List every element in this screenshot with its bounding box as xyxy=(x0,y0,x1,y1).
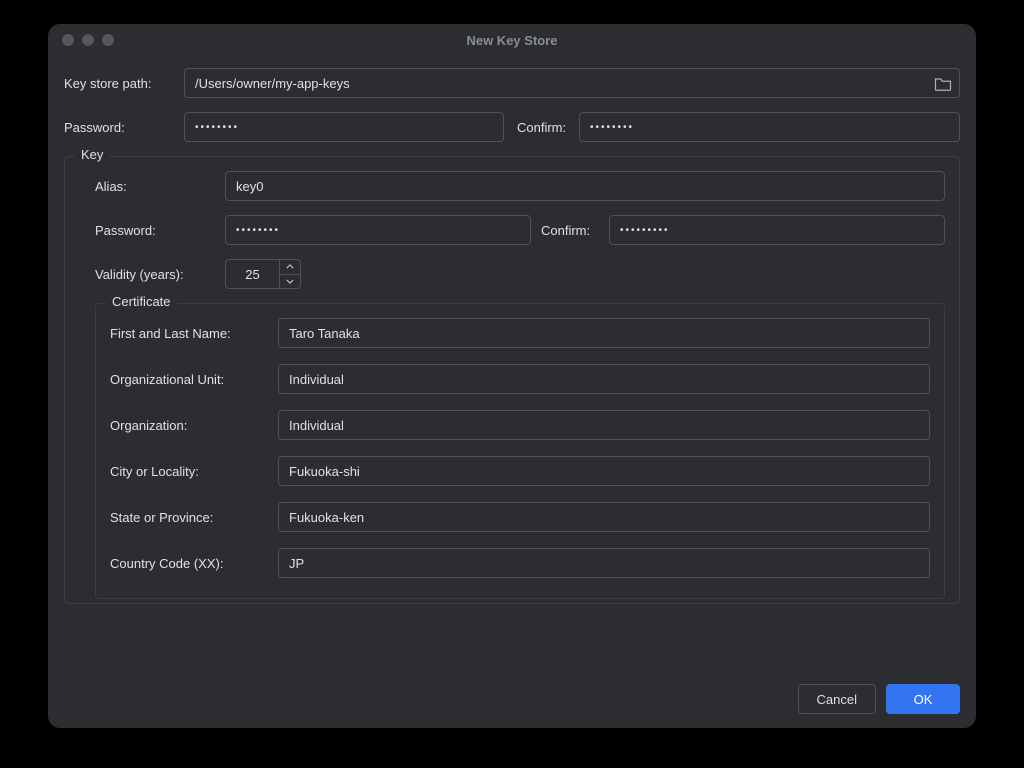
cert-org-label: Organization: xyxy=(110,418,268,433)
validity-decrement-button[interactable] xyxy=(280,275,300,289)
cert-city-input[interactable] xyxy=(278,456,930,486)
keystore-confirm-input[interactable] xyxy=(579,112,960,142)
certificate-section: Certificate First and Last Name: Organiz… xyxy=(95,303,945,599)
validity-label: Validity (years): xyxy=(95,267,215,282)
window-controls xyxy=(62,34,114,46)
cert-ou-input[interactable] xyxy=(278,364,930,394)
cert-city-label: City or Locality: xyxy=(110,464,268,479)
zoom-window-button[interactable] xyxy=(102,34,114,46)
cert-name-label: First and Last Name: xyxy=(110,326,268,341)
cert-ou-label: Organizational Unit: xyxy=(110,372,268,387)
keystore-path-label: Key store path: xyxy=(64,76,174,91)
keystore-path-input[interactable] xyxy=(184,68,960,98)
cert-state-input[interactable] xyxy=(278,502,930,532)
key-section: Key Alias: Password: Confirm: xyxy=(64,156,960,604)
cert-country-input[interactable] xyxy=(278,548,930,578)
cancel-button[interactable]: Cancel xyxy=(798,684,876,714)
validity-stepper xyxy=(225,259,301,289)
key-password-input[interactable] xyxy=(225,215,531,245)
key-confirm-input[interactable] xyxy=(609,215,945,245)
key-confirm-label: Confirm: xyxy=(541,223,599,238)
new-keystore-dialog: New Key Store Key store path: Password: xyxy=(48,24,976,728)
dialog-title: New Key Store xyxy=(48,33,976,48)
titlebar: New Key Store xyxy=(48,24,976,56)
cert-country-label: Country Code (XX): xyxy=(110,556,268,571)
browse-folder-icon[interactable] xyxy=(934,76,952,90)
keystore-confirm-label: Confirm: xyxy=(517,120,569,135)
cert-org-input[interactable] xyxy=(278,410,930,440)
validity-input[interactable] xyxy=(225,259,279,289)
keystore-password-label: Password: xyxy=(64,120,174,135)
ok-button[interactable]: OK xyxy=(886,684,960,714)
close-window-button[interactable] xyxy=(62,34,74,46)
key-section-legend: Key xyxy=(75,147,109,162)
key-password-label: Password: xyxy=(95,223,215,238)
keystore-password-input[interactable] xyxy=(184,112,504,142)
key-alias-input[interactable] xyxy=(225,171,945,201)
cert-state-label: State or Province: xyxy=(110,510,268,525)
cert-name-input[interactable] xyxy=(278,318,930,348)
validity-increment-button[interactable] xyxy=(280,260,300,275)
certificate-legend: Certificate xyxy=(106,294,177,309)
minimize-window-button[interactable] xyxy=(82,34,94,46)
key-alias-label: Alias: xyxy=(95,179,215,194)
